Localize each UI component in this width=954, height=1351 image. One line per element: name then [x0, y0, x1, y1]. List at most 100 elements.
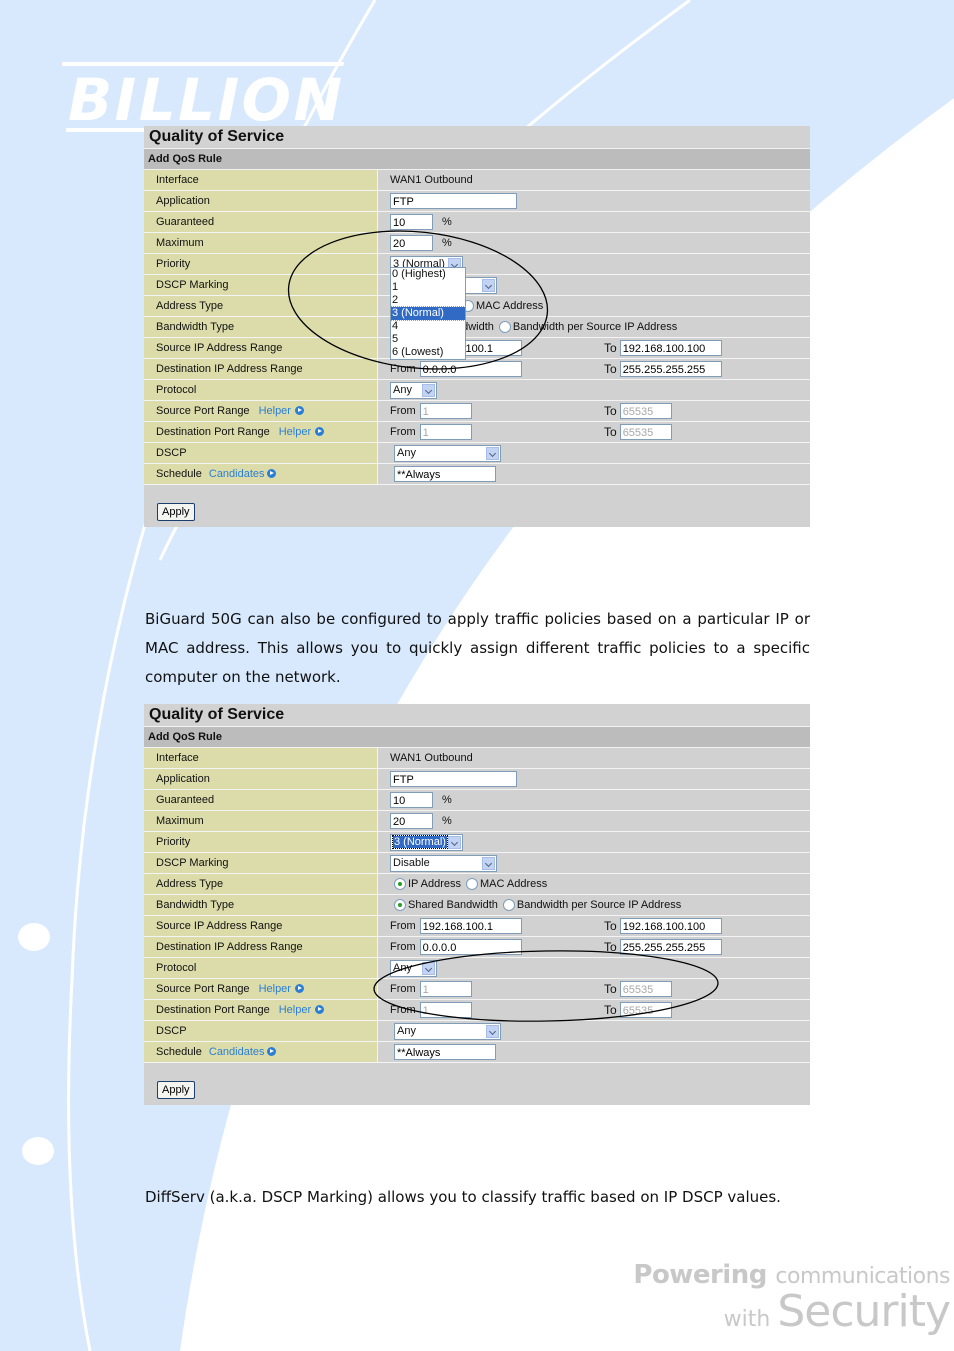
radio-mac-address[interactable] [466, 878, 478, 890]
source-port-from-input[interactable]: 1 [419, 981, 472, 997]
dest-port-from-input[interactable]: 1 [419, 1002, 472, 1018]
arrow-right-circle-icon[interactable] [315, 427, 325, 436]
source-port-to-input[interactable]: 65535 [619, 403, 672, 419]
label: Schedule Candidates [144, 464, 378, 484]
maximum-input[interactable]: 20 [390, 235, 433, 251]
dscp-select[interactable]: Any [394, 1022, 501, 1040]
label-text: Destination Port Range [156, 1004, 270, 1016]
label-text: Destination Port Range [156, 426, 270, 438]
label: Interface [144, 748, 378, 768]
application-input[interactable]: FTP [390, 193, 517, 209]
priority-select[interactable]: 3 (Normal) [390, 833, 463, 851]
priority-option[interactable]: 1 [391, 281, 465, 294]
schedule-input[interactable]: **Always [394, 1044, 496, 1060]
arrow-right-circle-icon[interactable] [294, 406, 304, 415]
from-label: From [390, 983, 416, 995]
arrow-right-circle-icon[interactable] [315, 1005, 325, 1014]
chevron-down-icon[interactable] [448, 835, 461, 849]
label: Priority [144, 254, 378, 274]
to-label: To [604, 919, 617, 933]
protocol-select[interactable]: Any [390, 381, 437, 399]
from-label: From [390, 920, 416, 932]
row-interface: Interface WAN1 Outbound [144, 748, 810, 769]
from-label: From [390, 1004, 416, 1016]
apply-button[interactable]: Apply [157, 503, 195, 521]
label: Destination Port Range Helper [144, 1000, 378, 1020]
dscp-value: Any [397, 1025, 416, 1037]
dest-port-from-input[interactable]: 1 [419, 424, 472, 440]
priority-option[interactable]: 6 (Lowest) [391, 346, 465, 359]
schedule-input[interactable]: **Always [394, 466, 496, 482]
dest-ip-to-input[interactable]: 255.255.255.255 [619, 361, 722, 377]
panel-title: Quality of Service [144, 126, 810, 149]
priority-option-selected[interactable]: 3 (Normal) [390, 306, 466, 321]
source-ip-to-input[interactable]: 192.168.100.100 [619, 918, 722, 934]
row-source-port: Source Port Range Helper From 1 To 65535 [144, 979, 810, 1000]
slogan-bold: Powering [633, 1260, 767, 1290]
helper-link[interactable]: Helper [259, 405, 291, 417]
dest-ip-to-input[interactable]: 255.255.255.255 [619, 939, 722, 955]
radio-label: Bandwidth per Source IP Address [516, 899, 682, 911]
helper-link[interactable]: Helper [279, 426, 311, 438]
radio-bandwidth-per-ip[interactable] [502, 899, 515, 911]
dest-port-to-input[interactable]: 65535 [619, 424, 672, 440]
percent-unit: % [442, 815, 452, 827]
label: Destination IP Address Range [144, 359, 378, 379]
candidates-link[interactable]: Candidates [209, 468, 265, 480]
chevron-down-icon[interactable] [486, 446, 499, 460]
radio-shared-bandwidth[interactable] [394, 899, 406, 911]
row-schedule: Schedule Candidates **Always [144, 1042, 810, 1063]
arrow-right-circle-icon[interactable] [266, 1047, 276, 1056]
priority-dropdown-list[interactable]: 0 (Highest) 1 2 3 (Normal) 4 5 6 (Lowest… [390, 267, 466, 360]
to-label: To [604, 425, 617, 439]
row-destination-port: Destination Port Range Helper From 1 To 655… [144, 1000, 810, 1021]
label: Schedule Candidates [144, 1042, 378, 1062]
arrow-right-circle-icon[interactable] [294, 984, 304, 993]
maximum-input[interactable]: 20 [390, 813, 433, 829]
priority-option[interactable]: 0 (Highest) [391, 268, 465, 281]
label: DSCP [144, 1021, 378, 1041]
source-ip-from-input[interactable]: 192.168.100.1 [419, 918, 522, 934]
dest-ip-from-input[interactable]: 0.0.0.0 [419, 361, 522, 377]
priority-option[interactable]: 2 [391, 294, 465, 307]
chevron-down-icon[interactable] [486, 1024, 499, 1038]
radio-bandwidth-per-ip[interactable] [498, 321, 511, 333]
priority-option[interactable]: 4 [391, 320, 465, 333]
row-guaranteed: Guaranteed 10% [144, 212, 810, 233]
dest-port-to-input[interactable]: 65535 [619, 1002, 672, 1018]
chevron-down-icon[interactable] [482, 278, 495, 292]
row-address-type: Address Type IP Address MAC Address [144, 874, 810, 895]
label: Bandwidth Type [144, 895, 378, 915]
guaranteed-input[interactable]: 10 [390, 214, 433, 230]
source-port-to-input[interactable]: 65535 [619, 981, 672, 997]
from-label: From [390, 426, 416, 438]
label: Guaranteed [144, 212, 378, 232]
guaranteed-input[interactable]: 10 [390, 792, 433, 808]
row-destination-ip: Destination IP Address Range From 0.0.0.0… [144, 937, 810, 958]
apply-button[interactable]: Apply [157, 1081, 195, 1099]
dest-ip-from-input[interactable]: 0.0.0.0 [419, 939, 522, 955]
label: Application [144, 191, 378, 211]
chevron-down-icon[interactable] [422, 383, 435, 397]
source-ip-to-input[interactable]: 192.168.100.100 [619, 340, 722, 356]
label-text: Source Port Range [156, 405, 250, 417]
label: Priority [144, 832, 378, 852]
label: Maximum [144, 233, 378, 253]
application-input[interactable]: FTP [390, 771, 517, 787]
source-port-from-input[interactable]: 1 [419, 403, 472, 419]
to-label: To [604, 362, 617, 376]
dscp-value: Any [397, 447, 416, 459]
arrow-right-circle-icon[interactable] [266, 469, 276, 478]
candidates-link[interactable]: Candidates [209, 1046, 265, 1058]
row-protocol: Protocol Any [144, 380, 810, 401]
helper-link[interactable]: Helper [279, 1004, 311, 1016]
slogan-with: with [723, 1307, 771, 1332]
dscp-select[interactable]: Any [394, 444, 501, 462]
priority-option[interactable]: 5 [391, 333, 465, 346]
chevron-down-icon[interactable] [482, 856, 495, 870]
protocol-select[interactable]: Any [390, 959, 437, 977]
radio-ip-address[interactable] [394, 878, 406, 890]
chevron-down-icon[interactable] [422, 961, 435, 975]
dscp-marking-select[interactable]: Disable [390, 854, 497, 872]
helper-link[interactable]: Helper [259, 983, 291, 995]
